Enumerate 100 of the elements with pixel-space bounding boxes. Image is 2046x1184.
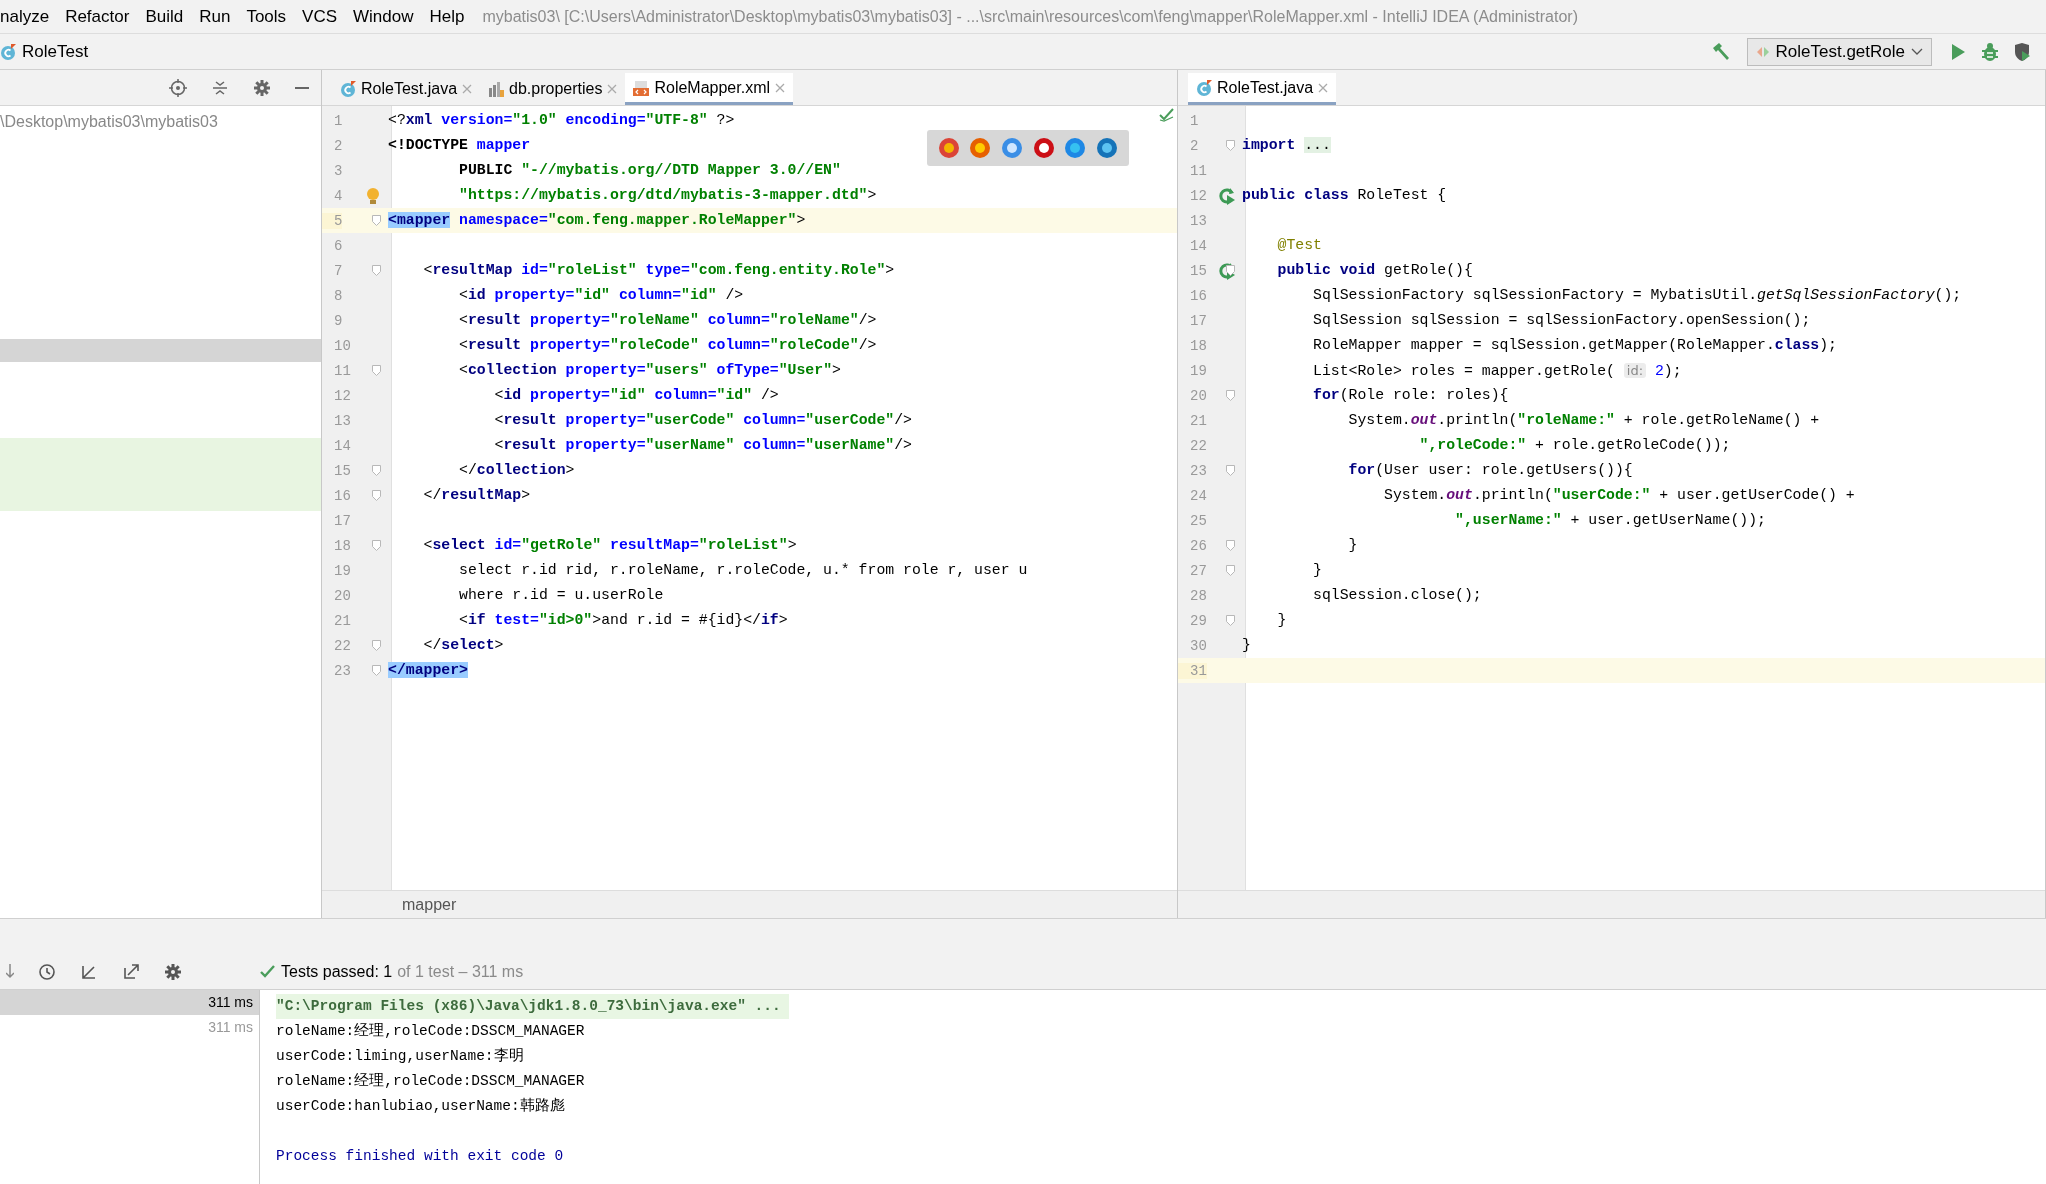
class-file-icon xyxy=(1196,79,1212,96)
breadcrumb-bar[interactable]: mapper xyxy=(322,890,1177,918)
fold-marker-icon[interactable] xyxy=(372,490,381,501)
line-number: 1 xyxy=(333,112,343,129)
fold-marker-icon[interactable] xyxy=(1226,565,1235,576)
code-line: <?xml version="1.0" encoding="UTF-8" ?> xyxy=(387,111,735,130)
line-number: 28 xyxy=(1189,587,1207,604)
fold-marker-icon[interactable] xyxy=(372,365,381,376)
fold-marker-icon[interactable] xyxy=(1226,540,1235,551)
config-icon xyxy=(1755,44,1770,59)
menu-item[interactable]: VCS xyxy=(294,3,346,30)
code-line: <id property="id" column="id" /> xyxy=(493,386,779,405)
editor-tab[interactable]: db.properties xyxy=(480,73,626,105)
test-row[interactable]: 311 ms xyxy=(0,990,259,1015)
test-summary: of 1 test – 311 ms xyxy=(397,962,524,982)
code-line: } xyxy=(1276,611,1287,630)
console-line: Process finished with exit code 0 xyxy=(276,1147,564,1166)
class-file-icon xyxy=(340,81,356,97)
line-number: 23 xyxy=(1189,462,1207,479)
editor-tab[interactable]: RoleTest.java xyxy=(1188,73,1337,105)
code-line: <result property="userCode" column="userCode"/> xyxy=(493,411,912,430)
menu-item[interactable]: nalyze xyxy=(0,3,58,30)
line-number: 6 xyxy=(333,237,343,254)
close-icon[interactable] xyxy=(775,82,786,93)
code-line: for(User user: role.getUsers()){ xyxy=(1347,461,1633,480)
hammer-icon xyxy=(1710,41,1731,62)
fold-marker-icon[interactable] xyxy=(372,540,381,551)
line-number: 24 xyxy=(1189,487,1207,504)
xml-file-icon xyxy=(633,79,650,96)
code-line: SqlSession sqlSession = sqlSessionFactory.openSession(); xyxy=(1312,311,1811,330)
close-icon[interactable] xyxy=(1318,82,1329,93)
code-line: } xyxy=(1347,536,1358,555)
line-number: 13 xyxy=(333,412,351,429)
browser-icon[interactable] xyxy=(937,137,960,159)
shield-icon xyxy=(2012,41,2032,62)
line-number: 12 xyxy=(333,387,351,404)
line-number: 18 xyxy=(333,537,351,554)
menu-item[interactable]: Run xyxy=(191,3,239,30)
code-line: where r.id = u.userRole xyxy=(458,586,664,605)
line-number: 4 xyxy=(333,187,343,204)
run-test-icon xyxy=(1218,186,1236,205)
minus-icon xyxy=(295,86,309,89)
console-line: userCode:liming,userName:李明 xyxy=(276,1046,524,1066)
gear-icon xyxy=(253,78,271,97)
test-status: Tests passed: 1 xyxy=(281,962,393,982)
line-number: 16 xyxy=(333,487,351,504)
fold-marker-icon[interactable] xyxy=(1226,390,1235,401)
fold-marker-icon[interactable] xyxy=(1226,140,1235,151)
menu-item[interactable]: Help xyxy=(421,3,473,30)
code-line: <select id="getRole" resultMap="roleList"> xyxy=(422,536,797,555)
fold-marker-icon[interactable] xyxy=(1226,465,1235,476)
line-number: 18 xyxy=(1189,337,1207,354)
fold-marker-icon[interactable] xyxy=(1226,265,1235,276)
code-line: } xyxy=(1241,636,1251,655)
close-icon[interactable] xyxy=(607,84,618,94)
breadcrumb-item[interactable]: RoleTest xyxy=(22,38,89,65)
fold-marker-icon[interactable] xyxy=(372,640,381,651)
menu-item[interactable]: Tools xyxy=(238,3,295,30)
fold-marker-icon[interactable] xyxy=(372,465,381,476)
fold-marker-icon[interactable] xyxy=(372,265,381,276)
browser-icon[interactable] xyxy=(1096,137,1119,159)
line-number: 14 xyxy=(333,437,351,454)
line-number: 22 xyxy=(333,637,351,654)
fold-marker-icon[interactable] xyxy=(1226,615,1235,626)
class-file-icon xyxy=(0,43,16,60)
code-line: RoleMapper mapper = sqlSession.getMapper(RoleMapper.class); xyxy=(1312,336,1837,355)
code-line: </select> xyxy=(422,636,504,655)
editor-tab[interactable]: RoleMapper.xml xyxy=(625,73,794,105)
import-icon xyxy=(80,963,98,981)
line-number: 15 xyxy=(333,462,351,479)
close-icon[interactable] xyxy=(462,84,473,94)
line-number: 30 xyxy=(1189,637,1207,654)
fold-marker-icon[interactable] xyxy=(372,215,381,226)
code-line: "https://mybatis.org/dtd/mybatis-3-mapper.dtd"> xyxy=(458,186,877,205)
collapse-icon xyxy=(211,78,229,97)
browser-icon[interactable] xyxy=(969,137,992,159)
console-line: roleName:经理,roleCode:DSSCM_MANAGER xyxy=(276,1072,585,1091)
run-configuration-dropdown[interactable]: RoleTest.getRole xyxy=(1746,37,1932,66)
code-line: <result property="userName" column="userName"/> xyxy=(493,436,912,455)
browser-icon[interactable] xyxy=(1032,137,1055,159)
browser-icon[interactable] xyxy=(1001,137,1024,159)
editor-tab[interactable]: RoleTest.java xyxy=(332,73,481,105)
check-icon xyxy=(1159,108,1175,122)
line-number: 20 xyxy=(333,587,351,604)
menu-item[interactable]: Window xyxy=(345,3,422,30)
browser-icon[interactable] xyxy=(1064,137,1087,159)
project-path: \Desktop\mybatis03\mybatis03 xyxy=(0,112,219,132)
code-line: import ... xyxy=(1241,136,1331,155)
line-number: 26 xyxy=(1189,537,1207,554)
code-line: ",roleCode:" + role.getRoleCode()); xyxy=(1418,436,1731,455)
code-line: select r.id rid, r.roleName, r.roleCode, u.* from role r, user u xyxy=(458,561,1028,580)
line-number: 11 xyxy=(333,362,351,379)
code-line: <mapper namespace="com.feng.mapper.RoleMapper"> xyxy=(387,211,806,230)
code-line: PUBLIC "-//mybatis.org//DTD Mapper 3.0//EN" xyxy=(458,161,841,180)
code-line: </resultMap> xyxy=(422,486,531,505)
menu-item[interactable]: Build xyxy=(137,3,192,30)
line-number: 27 xyxy=(1189,562,1207,579)
menu-item[interactable]: Refactor xyxy=(57,3,138,30)
fold-marker-icon[interactable] xyxy=(372,665,381,676)
code-line: public class RoleTest { xyxy=(1241,186,1447,205)
